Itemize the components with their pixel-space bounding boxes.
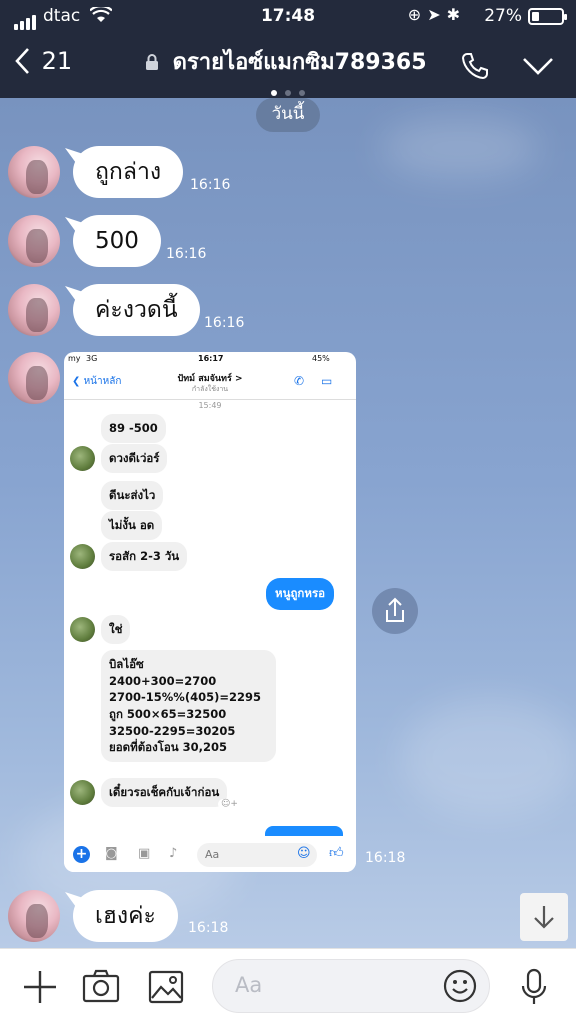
- call-button[interactable]: [460, 51, 490, 85]
- message-input[interactable]: Aa: [212, 959, 490, 1013]
- screenshot-nav: ❮ หน้าหลัก ปัทม์ สมจันทร์ > กำลังใช้งาน …: [64, 366, 356, 400]
- battery-percent: 27%: [484, 6, 522, 26]
- chevron-left-icon: [15, 48, 29, 74]
- emoji-button[interactable]: [443, 969, 477, 1007]
- arrow-down-icon: [534, 906, 554, 929]
- plus-icon: [24, 971, 56, 1003]
- screenshot-message: 89 -500: [101, 414, 166, 443]
- chat-header: dtac 17:48 ⊕➤✱ 27% 21 ดรายไอซ์แมกซิม7893…: [0, 0, 576, 98]
- screenshot-bill-message: บิลไอ๊ซ 2400+300=2700 2700-15%%(405)=229…: [101, 650, 276, 763]
- screenshot-chat-time: 15:49: [198, 401, 222, 410]
- camera-icon: ◙: [105, 846, 118, 861]
- composer-bar: Aa: [0, 948, 576, 1024]
- screenshot-contact-status: กำลังใช้งาน: [191, 385, 229, 393]
- image-icon: ▣: [138, 846, 151, 861]
- battery-icon: [528, 8, 567, 25]
- screenshot-message: ดวงดีเว่อร์: [101, 444, 168, 473]
- avatar[interactable]: [8, 146, 60, 198]
- unread-count: 21: [41, 47, 73, 75]
- like-icon: 👍︎: [329, 845, 344, 861]
- voice-button[interactable]: [520, 968, 548, 1010]
- screenshot-message: รอสัก 2-3 วัน: [101, 542, 188, 571]
- lock-icon: [145, 51, 159, 76]
- screenshot-time: 16:17: [198, 354, 224, 363]
- phone-icon: [461, 53, 488, 80]
- camera-button[interactable]: [82, 968, 120, 1008]
- avatar[interactable]: [8, 215, 60, 267]
- screenshot-avatar: [70, 617, 95, 642]
- message-bubble[interactable]: ค่ะงวดนี้: [73, 284, 200, 336]
- scroll-to-bottom-button[interactable]: [520, 893, 568, 941]
- screenshot-message: ไม่งั้น อด: [101, 511, 163, 540]
- screenshot-own-message-partial: [265, 826, 343, 836]
- camera-icon: [82, 969, 120, 1003]
- plus-icon: +: [73, 846, 90, 863]
- screenshot-message: เดี๋ยวรอเช็คกับเจ้าก่อน: [101, 778, 228, 807]
- microphone-icon: [521, 968, 547, 1004]
- chat-area[interactable]: วันนี้ ถูกล่าง 16:16 500 16:16 ค่ะงวดนี้…: [0, 98, 576, 948]
- chat-title[interactable]: ดรายไอซ์แมกซิม789365: [145, 44, 427, 79]
- screenshot-battery: 45%: [312, 354, 330, 363]
- status-bar: dtac 17:48 ⊕➤✱ 27%: [0, 0, 576, 32]
- chevron-down-icon: [523, 58, 553, 75]
- screenshot-status-bar: my 3G 16:17 45%: [64, 352, 356, 366]
- screenshot-message: ใช่: [101, 615, 131, 644]
- message-time: 16:16: [166, 246, 207, 262]
- plus-button[interactable]: [22, 969, 58, 1009]
- image-message[interactable]: my 3G 16:17 45% ❮ หน้าหลัก ปัทม์ สมจันทร…: [64, 352, 356, 872]
- screenshot-contact-name: ปัทม์ สมจันทร์ >: [177, 374, 243, 384]
- mic-icon: ♪: [169, 846, 178, 861]
- screenshot-network: 3G: [86, 354, 98, 363]
- screenshot-composer: + ◙ ▣ ♪ Aa ☺ 👍︎: [64, 838, 356, 872]
- screenshot-message: ดีนะส่งไว: [101, 481, 164, 510]
- avatar[interactable]: [8, 890, 60, 942]
- screenshot-own-message: หนูถูกหรอ: [266, 578, 335, 610]
- screenshot-avatar: [70, 780, 95, 805]
- image-button[interactable]: [148, 970, 184, 1008]
- message-time: 16:18: [188, 920, 229, 936]
- message-input-placeholder: Aa: [235, 973, 263, 997]
- message-time: 16:16: [190, 177, 231, 193]
- screenshot-carrier: my: [68, 354, 81, 363]
- date-separator: วันนี้: [256, 98, 320, 132]
- emoji-icon: ☺: [297, 846, 311, 861]
- screenshot-avatar: [70, 446, 95, 471]
- screenshot-avatar: [70, 544, 95, 569]
- avatar[interactable]: [8, 284, 60, 336]
- back-button[interactable]: 21: [14, 46, 72, 75]
- phone-icon: ✆: [294, 374, 305, 388]
- share-icon: [386, 597, 404, 622]
- chat-title-text: ดรายไอซ์แมกซิม789365: [172, 50, 427, 75]
- reaction-icon: ☺+: [218, 799, 241, 809]
- emoji-icon: [443, 969, 477, 1003]
- location-bluetooth-icons: ⊕➤✱: [407, 5, 466, 24]
- share-button[interactable]: [372, 588, 418, 634]
- message-bubble[interactable]: ถูกล่าง: [73, 146, 184, 198]
- message-time: 16:16: [204, 315, 245, 331]
- menu-toggle-button[interactable]: [522, 56, 554, 80]
- video-icon: ▭: [321, 374, 333, 388]
- message-time: 16:18: [365, 850, 406, 866]
- image-icon: [148, 970, 184, 1004]
- message-bubble[interactable]: 500: [73, 215, 161, 267]
- avatar[interactable]: [8, 352, 60, 404]
- message-bubble[interactable]: เฮงค่ะ: [73, 890, 178, 942]
